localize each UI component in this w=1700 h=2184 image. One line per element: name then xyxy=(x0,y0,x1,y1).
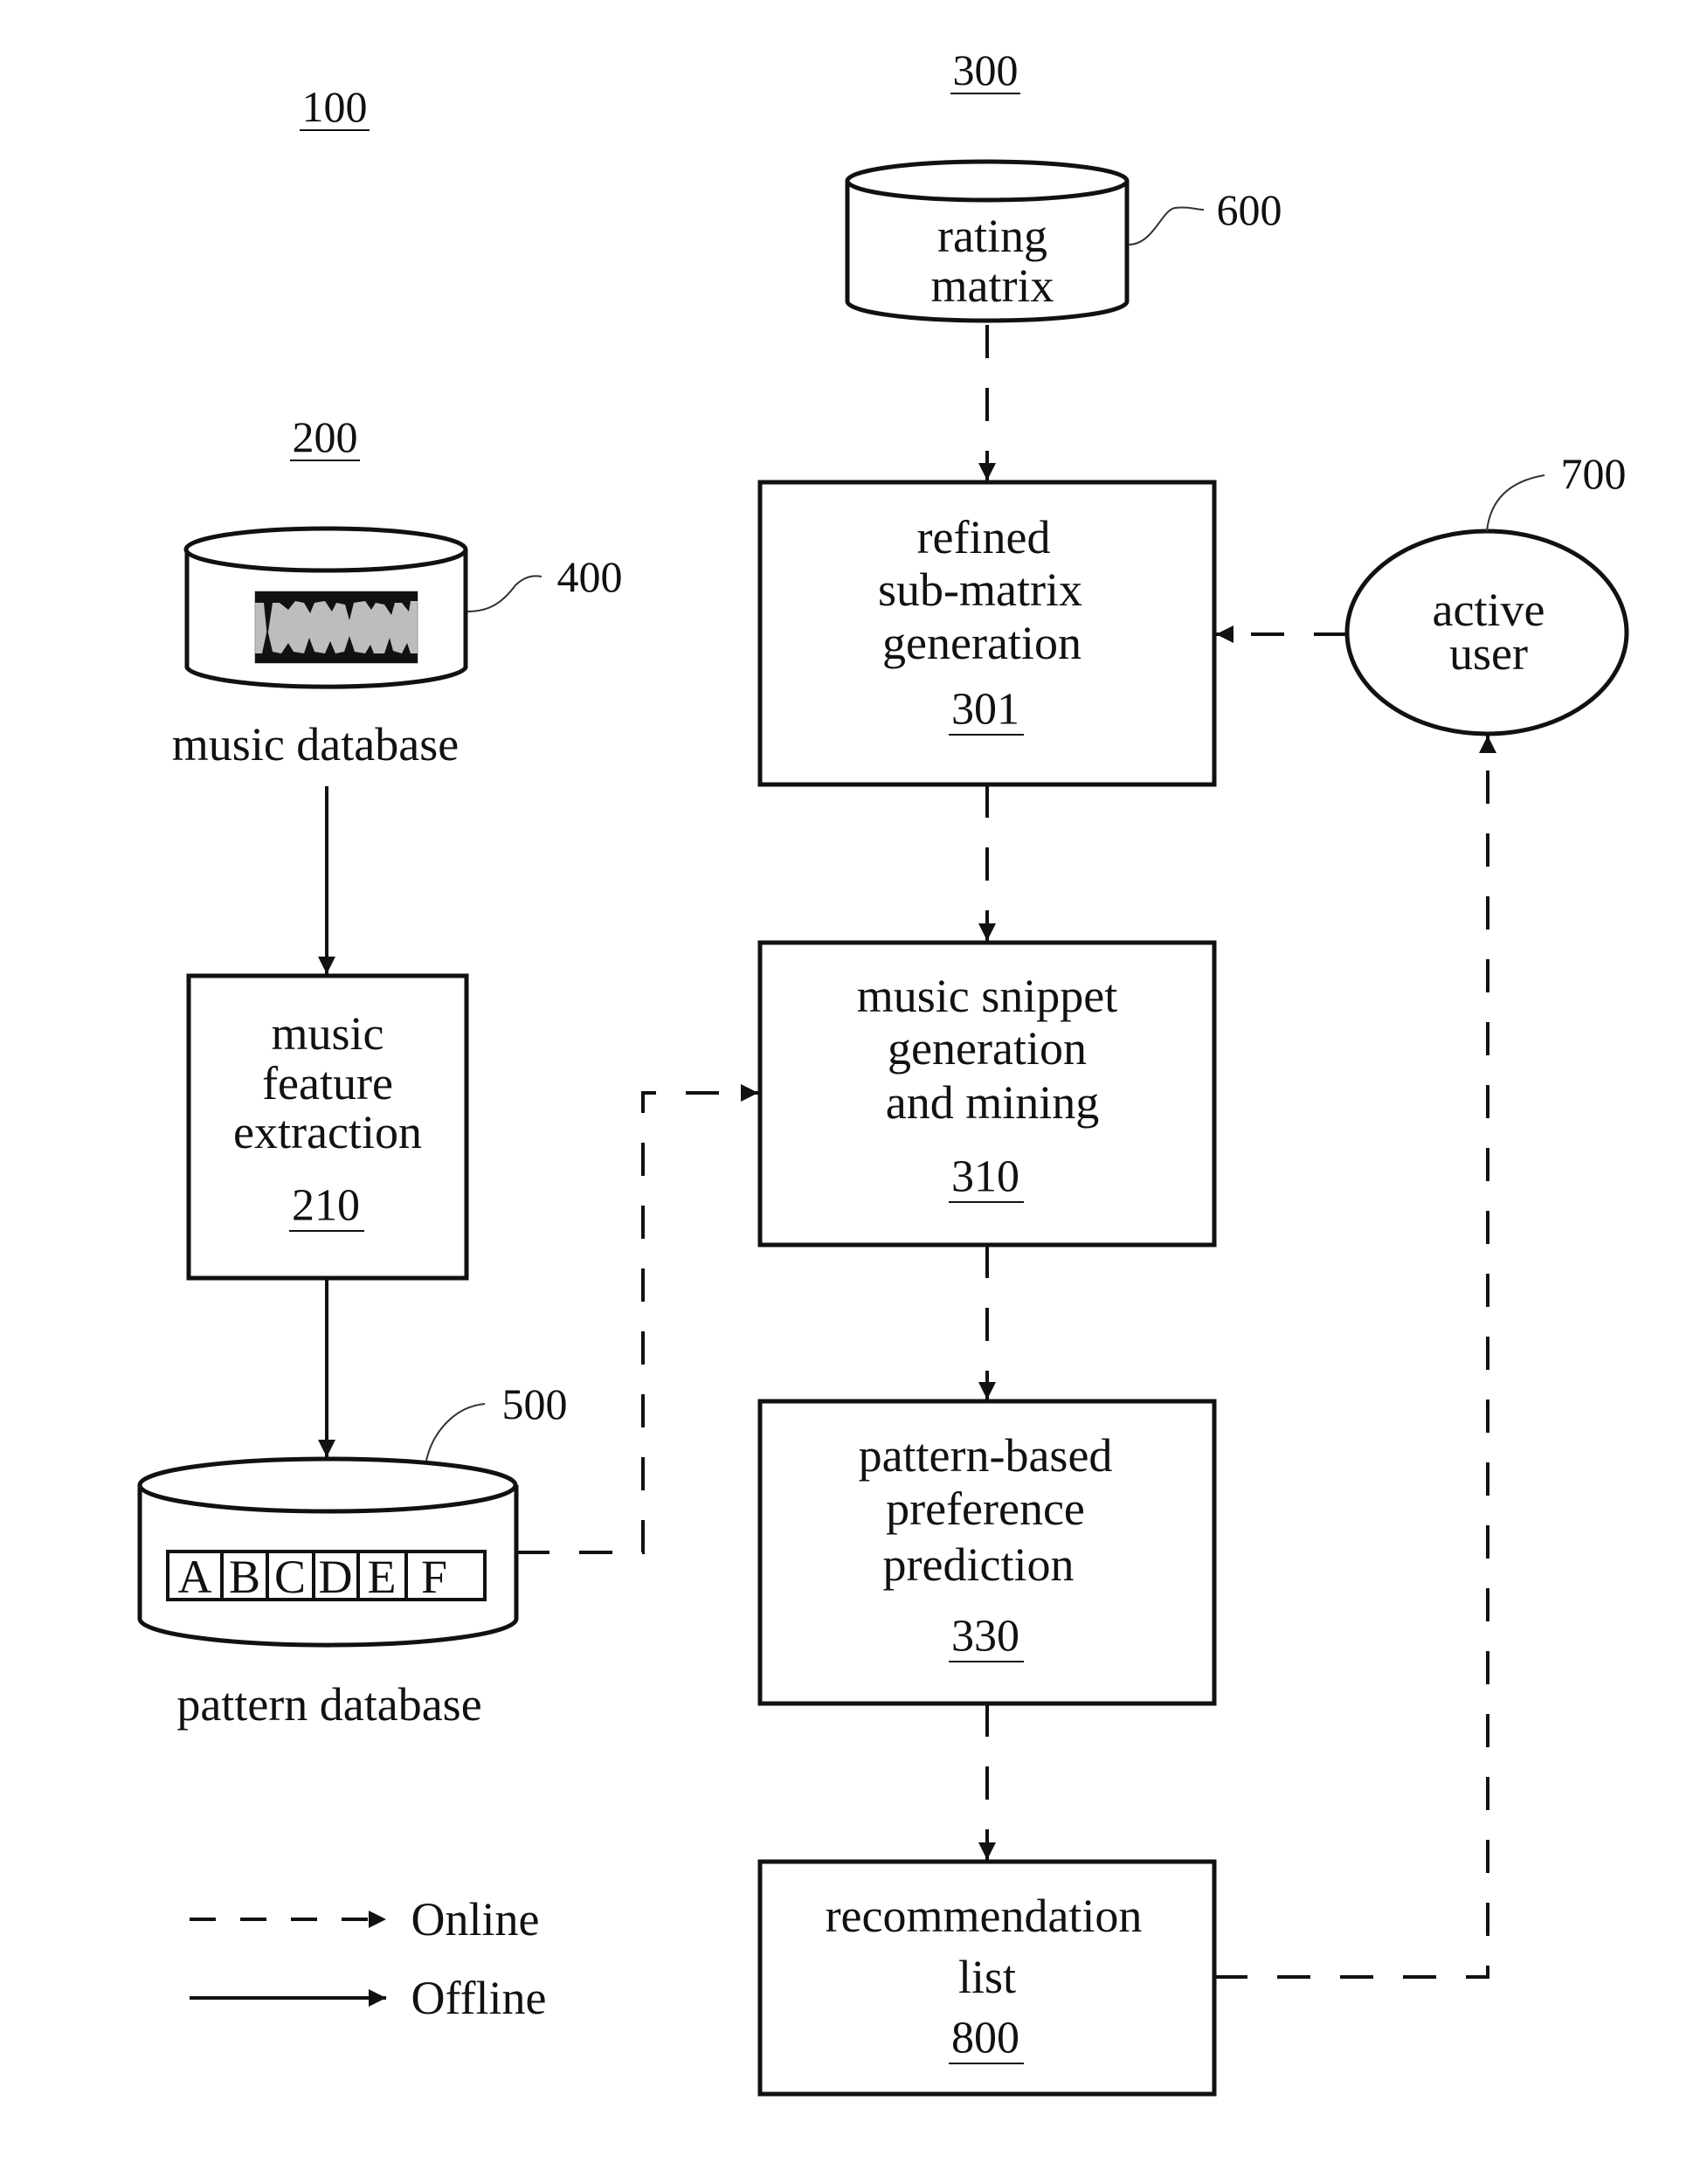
leader-line xyxy=(425,1403,486,1462)
music-database: 400 music database xyxy=(172,526,623,771)
legend-offline-label: Offline xyxy=(411,1972,547,2024)
box-ref-210: 210 xyxy=(292,1181,360,1231)
pattern-prediction-box: pattern-based preference prediction 330 xyxy=(757,1399,1217,1706)
symbol-f: F xyxy=(421,1551,447,1603)
box-label-line3: prediction xyxy=(883,1538,1075,1591)
ref-label-400: 400 xyxy=(557,552,623,601)
cylinder-top xyxy=(183,526,468,573)
ref-label-100: 100 xyxy=(302,82,368,131)
rating-matrix-database: rating matrix 600 xyxy=(845,159,1282,323)
active-user-label-line2: user xyxy=(1449,627,1528,680)
edge-rec-to-user xyxy=(1214,736,1496,1979)
pattern-database-label: pattern database xyxy=(176,1678,481,1731)
box-ref-800: 800 xyxy=(951,2014,1019,2063)
leader-line xyxy=(1128,206,1205,245)
box-label-line1: recommendation xyxy=(826,1890,1143,1942)
box-ref-330: 330 xyxy=(951,1612,1019,1662)
box-label-line1: refined xyxy=(917,511,1051,563)
music-feature-extraction-box: music feature extraction 210 xyxy=(186,973,469,1281)
box-label-line1: music xyxy=(272,1007,384,1060)
cylinder-top xyxy=(137,1456,518,1514)
box-label-line3: and mining xyxy=(886,1076,1099,1129)
refined-submatrix-box: refined sub-matrix generation 301 xyxy=(757,480,1217,787)
legend-online-label: Online xyxy=(411,1893,540,1946)
flow-diagram: 100 300 200 rating matrix 600 refined su… xyxy=(137,45,1629,2097)
rating-matrix-label-line1: rating xyxy=(937,210,1047,262)
box-ref-310: 310 xyxy=(951,1152,1019,1202)
ref-label-500: 500 xyxy=(502,1379,568,1428)
figure-ref-200: 200 xyxy=(290,412,360,461)
box-label-line3: extraction xyxy=(233,1106,422,1158)
box-label-line1: pattern-based xyxy=(859,1429,1113,1482)
music-database-label: music database xyxy=(172,718,459,771)
edge-pattern-db-to-snippet xyxy=(516,1084,758,1554)
music-snippet-box: music snippet generation and mining 310 xyxy=(757,940,1217,1248)
symbol-a: A xyxy=(178,1551,212,1603)
cylinder-top xyxy=(845,159,1130,203)
ref-label-300: 300 xyxy=(953,45,1019,94)
box-ref-301: 301 xyxy=(951,685,1019,735)
waveform-icon xyxy=(254,591,418,664)
symbol-d: D xyxy=(319,1551,353,1603)
symbol-e: E xyxy=(368,1551,397,1603)
leader-line xyxy=(1486,474,1545,532)
figure-ref-300: 300 xyxy=(950,45,1020,94)
box-label-line1: music snippet xyxy=(857,970,1117,1022)
box-label-line2: feature xyxy=(262,1057,393,1109)
figure-ref-100: 100 xyxy=(300,82,370,131)
ref-label-200: 200 xyxy=(293,412,358,461)
box-label-line2: list xyxy=(958,1951,1016,2003)
ref-label-600: 600 xyxy=(1217,185,1282,234)
symbol-c: C xyxy=(274,1551,306,1603)
pattern-symbols: A B C D E F xyxy=(166,1550,487,1603)
box-label-line2: sub-matrix xyxy=(878,563,1082,616)
box-label-line3: generation xyxy=(882,617,1082,669)
active-user-node: active user 700 xyxy=(1344,449,1629,736)
recommendation-list-box: recommendation list 800 xyxy=(757,1859,1217,2097)
leader-line xyxy=(466,575,542,612)
box-label-line2: generation xyxy=(888,1022,1087,1075)
pattern-database: A B C D E F 500 pattern database xyxy=(137,1379,568,1731)
box-label-line2: preference xyxy=(886,1482,1085,1535)
legend: Online Offline xyxy=(190,1893,546,2024)
symbol-b: B xyxy=(229,1551,260,1603)
rating-matrix-label-line2: matrix xyxy=(931,259,1054,312)
ref-label-700: 700 xyxy=(1561,449,1627,498)
